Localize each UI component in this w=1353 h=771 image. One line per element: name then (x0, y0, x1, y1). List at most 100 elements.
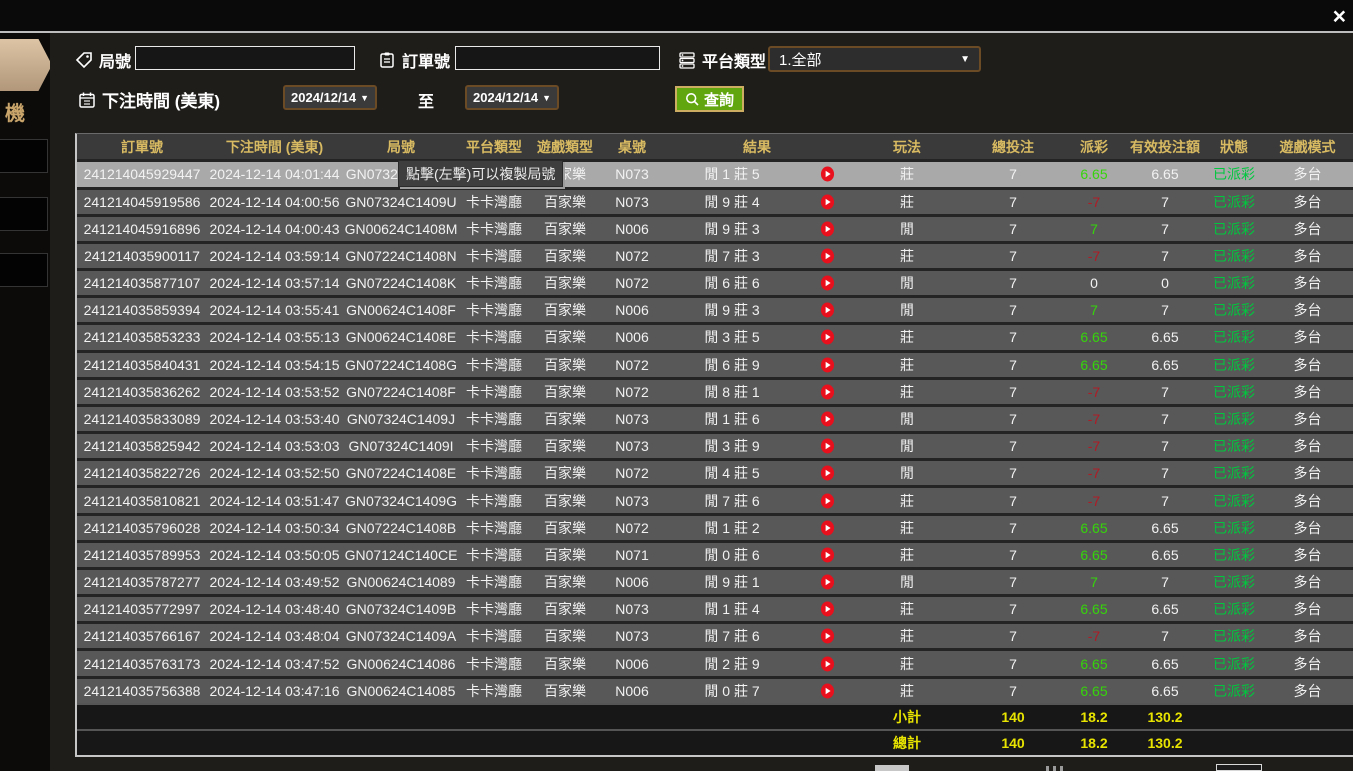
table-row[interactable]: 241214035789953 2024-12-14 03:50:05 GN07… (77, 540, 1353, 567)
cell-result: 閒 1 莊 2 (662, 518, 802, 538)
subtotal-total-bet: 140 (962, 709, 1064, 725)
cell-mode: 多台 (1262, 409, 1353, 429)
date-from-select[interactable]: 2024/12/14 ▼ (283, 85, 377, 110)
cell-time: 2024-12-14 03:50:05 (207, 547, 342, 563)
cell-game-no[interactable]: GN07224C1408F (342, 384, 460, 400)
cell-game-no[interactable]: GN07224C1408E (342, 465, 460, 481)
play-icon[interactable] (802, 329, 852, 345)
table-row[interactable]: 241214035766167 2024-12-14 03:48:04 GN07… (77, 621, 1353, 648)
table-row[interactable]: 241214035763173 2024-12-14 03:47:52 GN00… (77, 648, 1353, 675)
table-row[interactable]: 241214035787277 2024-12-14 03:49:52 GN00… (77, 567, 1353, 594)
play-icon[interactable] (802, 465, 852, 481)
table-row[interactable]: 241214035900117 2024-12-14 03:59:14 GN07… (77, 241, 1353, 268)
cell-game-no[interactable]: GN07324C1409I (342, 438, 460, 454)
order-no-input[interactable] (455, 46, 660, 70)
table-row[interactable]: 241214035796028 2024-12-14 03:50:34 GN07… (77, 513, 1353, 540)
window-titlebar: × (0, 0, 1353, 33)
play-icon[interactable] (802, 275, 852, 291)
table-row[interactable]: 241214045916896 2024-12-14 04:00:43 GN00… (77, 214, 1353, 241)
table-row[interactable]: 241214035859394 2024-12-14 03:55:41 GN00… (77, 295, 1353, 322)
platform-label: 平台類型 (702, 48, 766, 72)
cell-game-no[interactable]: GN07224C1408K (342, 275, 460, 291)
table-row[interactable]: 241214035825942 2024-12-14 03:53:03 GN07… (77, 431, 1353, 458)
search-button[interactable]: 查詢 (675, 86, 744, 112)
cell-valid-bet: 0 (1124, 275, 1206, 291)
table-row[interactable]: 241214045919586 2024-12-14 04:00:56 GN07… (77, 187, 1353, 214)
bet-time-label-group: 下注時間 (美東) (78, 87, 220, 112)
play-icon[interactable] (802, 384, 852, 400)
cell-payout: 6.65 (1064, 166, 1124, 182)
play-icon[interactable] (802, 438, 852, 454)
cell-game-no[interactable]: GN07124C140CE (342, 547, 460, 563)
table-row[interactable]: 241214035836262 2024-12-14 03:53:52 GN07… (77, 377, 1353, 404)
play-icon[interactable] (802, 248, 852, 264)
table-row[interactable]: 241214035772997 2024-12-14 03:48:40 GN07… (77, 594, 1353, 621)
date-to-value: 2024/12/14 (473, 90, 538, 105)
date-to-select[interactable]: 2024/12/14 ▼ (465, 85, 559, 110)
cell-game-no[interactable]: GN07324C1409U (342, 194, 460, 210)
cell-valid-bet: 6.65 (1124, 547, 1206, 563)
cell-game-no[interactable]: GN00624C14085 (342, 683, 460, 699)
sidebar-item-label[interactable]: 機 (5, 97, 25, 126)
play-icon[interactable] (802, 574, 852, 590)
sidebar-item[interactable] (0, 253, 48, 287)
table-row[interactable]: 241214035877107 2024-12-14 03:57:14 GN07… (77, 268, 1353, 295)
cell-result: 閒 6 莊 9 (662, 355, 802, 375)
cell-payout: 6.65 (1064, 357, 1124, 373)
play-icon[interactable] (802, 357, 852, 373)
table-row[interactable]: 241214035840431 2024-12-14 03:54:15 GN07… (77, 350, 1353, 377)
table-row[interactable]: 241214035822726 2024-12-14 03:52:50 GN07… (77, 458, 1353, 485)
game-no-label-group: 局號 (75, 48, 131, 72)
play-icon[interactable] (802, 628, 852, 644)
cell-game-no[interactable]: GN00624C14089 (342, 574, 460, 590)
cell-game-no[interactable]: GN07324C1409A (342, 628, 460, 644)
table-row[interactable]: 241214035810821 2024-12-14 03:51:47 GN07… (77, 485, 1353, 512)
play-icon[interactable] (802, 493, 852, 509)
play-icon[interactable] (802, 411, 852, 427)
cell-game-no[interactable]: GN07324C1409G (342, 493, 460, 509)
table-row[interactable]: 241214045929447 2024-12-14 04:01:44 GN07… (77, 159, 1353, 186)
cell-time: 2024-12-14 04:00:43 (207, 221, 342, 237)
game-no-input[interactable] (135, 46, 355, 70)
platform-select[interactable]: 1.全部 ▼ (768, 46, 981, 72)
cell-result: 閒 9 莊 1 (662, 572, 802, 592)
cell-game-no[interactable]: GN07324C1409B (342, 601, 460, 617)
sidebar-item[interactable] (0, 197, 48, 231)
cell-table-no: N006 (602, 221, 662, 237)
play-icon[interactable] (802, 221, 852, 237)
play-icon[interactable] (802, 656, 852, 672)
pagination-partial-button[interactable] (875, 765, 909, 771)
cell-game-no[interactable]: GN07324C1409J (342, 411, 460, 427)
sidebar-active-tab[interactable] (0, 39, 52, 91)
table-row[interactable]: 241214035833089 2024-12-14 03:53:40 GN07… (77, 404, 1353, 431)
cell-game-no[interactable]: GN00624C1408M (342, 221, 460, 237)
cell-game-no[interactable]: GN07224C1408G (342, 357, 460, 373)
bet-time-label: 下注時間 (美東) (102, 87, 220, 112)
play-icon[interactable] (802, 683, 852, 699)
sidebar-item[interactable] (0, 139, 48, 173)
cell-table-no: N073 (602, 411, 662, 427)
play-icon[interactable] (802, 194, 852, 210)
play-icon[interactable] (802, 302, 852, 318)
play-icon[interactable] (802, 601, 852, 617)
play-icon[interactable] (802, 166, 852, 182)
cell-mode: 多台 (1262, 246, 1353, 266)
table-row[interactable]: 241214035756388 2024-12-14 03:47:16 GN00… (77, 676, 1353, 703)
cell-platform: 卡卡灣廳 (460, 545, 528, 565)
cell-game-no[interactable]: GN07224C1408B (342, 520, 460, 536)
cell-order: 241214035810821 (77, 493, 207, 509)
cell-game-no[interactable]: GN07224C1408N (342, 248, 460, 264)
cell-game-no[interactable]: GN00624C14086 (342, 656, 460, 672)
cell-game-no[interactable]: GN00624C1408F (342, 302, 460, 318)
cell-platform: 卡卡灣廳 (460, 681, 528, 701)
close-icon[interactable]: × (1333, 2, 1346, 30)
cell-result: 閒 9 莊 3 (662, 300, 802, 320)
pagination-partial-input[interactable] (1216, 764, 1262, 771)
cell-game-no[interactable]: GN00624C1408E (342, 329, 460, 345)
table-row[interactable]: 241214035853233 2024-12-14 03:55:13 GN00… (77, 322, 1353, 349)
play-icon[interactable] (802, 547, 852, 563)
play-icon[interactable] (802, 520, 852, 536)
cell-payout: 7 (1064, 221, 1124, 237)
col-total-bet: 總投注 (962, 137, 1064, 157)
cell-order: 241214035796028 (77, 520, 207, 536)
